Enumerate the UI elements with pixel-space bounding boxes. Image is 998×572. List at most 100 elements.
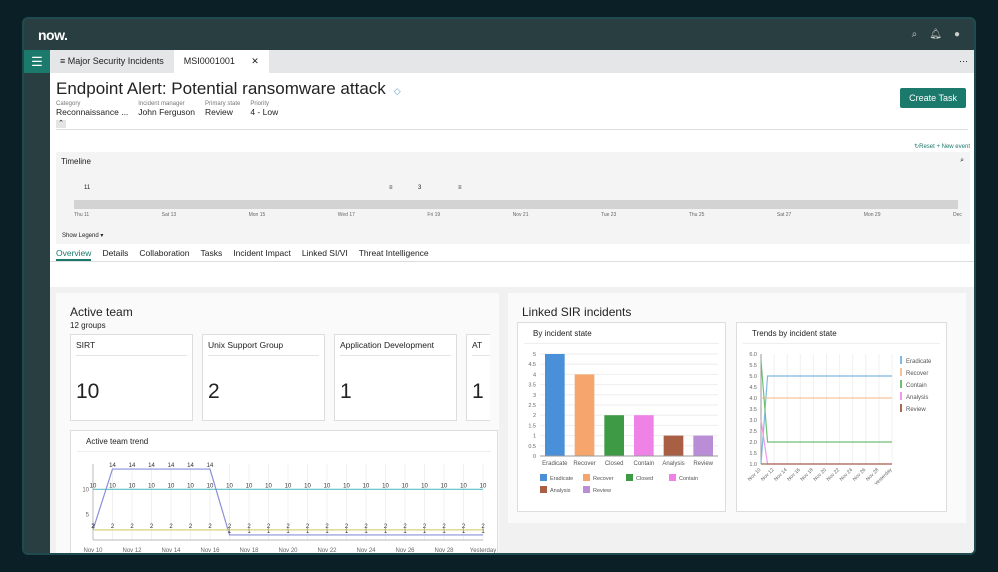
timeline-marker[interactable]: ≡ [389, 185, 393, 191]
close-icon[interactable]: ✕ [251, 50, 259, 73]
data-label: 10 [421, 483, 428, 489]
data-label: 2 [442, 524, 446, 530]
x-tick-label: Nov 14 [773, 467, 789, 483]
bar-recover [574, 374, 595, 456]
x-tick-label: Yesterday [470, 548, 496, 554]
chart-title: By incident state [524, 323, 719, 344]
tab-details[interactable]: Details [102, 248, 128, 261]
timeline-marker[interactable]: 11 [84, 185, 90, 191]
y-tick-label: 5.0 [749, 374, 757, 380]
x-tick-label: Nov 16 [200, 548, 220, 554]
legend-swatch [583, 474, 590, 481]
app-window: now. ⌕ 🔔︎ ● ☰ ≡ Major Security Incidents M… [22, 17, 976, 555]
timeline-scrollbar[interactable] [74, 200, 958, 209]
timeline-date: Nov 21 [512, 212, 529, 218]
tab-threat-intelligence[interactable]: Threat Intelligence [359, 248, 429, 261]
x-tick-label: Nov 24 [839, 467, 855, 483]
search-icon[interactable]: ⌕ [912, 29, 918, 40]
tab-major-security-incidents[interactable]: ≡ Major Security Incidents [50, 50, 174, 73]
chevron-up-icon[interactable]: ⌃ [56, 120, 66, 128]
new-event-button[interactable]: + New event [936, 144, 970, 150]
tab-msi0001001[interactable]: MSI0001001 ✕ [173, 50, 269, 73]
legend-label: Analysis [550, 488, 571, 494]
timeline-date: Sat 13 [161, 212, 177, 218]
legend-swatch [540, 474, 547, 481]
legend-label: Recover [593, 476, 614, 482]
reset-button[interactable]: ↻Reset [914, 144, 935, 150]
y-tick-label: 3.5 [528, 383, 536, 389]
x-tick-label: Nov 10 [83, 548, 103, 554]
data-label: 2 [345, 524, 349, 530]
y-tick-label: 4.0 [749, 396, 757, 402]
tab-label: MSI0001001 [183, 56, 235, 66]
x-tick-label: Eradicate [542, 461, 568, 467]
page-title: Endpoint Alert: Potential ransomware att… [56, 79, 386, 98]
legend-label: Review [593, 488, 611, 494]
team-name: AT [472, 340, 490, 356]
timeline-marker[interactable]: 3 [418, 185, 421, 191]
timeline-title: Timeline [61, 157, 91, 166]
data-label: 10 [187, 483, 194, 489]
field-value: 4 - Low [250, 107, 279, 117]
tab-incident-impact[interactable]: Incident Impact [233, 248, 291, 261]
data-label: 2 [325, 524, 329, 530]
legend-label: Recover [906, 371, 928, 377]
team-name: Unix Support Group [208, 340, 319, 356]
x-tick-label: Nov 22 [826, 467, 842, 483]
list-icon[interactable]: ☰ [24, 50, 50, 73]
data-label: 14 [148, 463, 155, 469]
data-label: 10 [265, 483, 272, 489]
x-tick-label: Review [693, 461, 713, 467]
data-label: 2 [423, 524, 427, 530]
team-card[interactable]: AT 1 [466, 334, 490, 421]
data-label: 2 [247, 524, 251, 530]
more-icon[interactable]: ⋯ [959, 50, 974, 73]
y-tick-label: 2.5 [749, 429, 757, 435]
team-name: Application Development [340, 340, 451, 356]
legend-swatch [900, 392, 902, 400]
y-tick-label: 4.5 [528, 362, 536, 368]
team-card[interactable]: Unix Support Group 2 [202, 334, 325, 421]
y-tick-label: 3.0 [749, 418, 757, 424]
create-task-button[interactable]: Create Task [900, 88, 966, 108]
legend-swatch [900, 368, 902, 376]
data-label: 2 [111, 524, 115, 530]
active-team-panel: Active team 12 groups SIRT 10 Unix Support… [56, 293, 499, 553]
legend-swatch [540, 486, 547, 493]
y-tick-label: 4 [533, 372, 536, 378]
y-tick-label: 5 [533, 352, 536, 358]
tag-icon[interactable]: ◇ [394, 86, 401, 96]
team-card[interactable]: Application Development 1 [334, 334, 457, 421]
team-count: 10 [76, 380, 100, 403]
data-label: 2 [130, 524, 134, 530]
x-tick-label: Nov 18 [239, 548, 259, 554]
team-card[interactable]: SIRT 10 [70, 334, 193, 421]
tab-collaboration[interactable]: Collaboration [139, 248, 189, 261]
data-label: 10 [285, 483, 292, 489]
x-tick-label: Analysis [662, 461, 684, 467]
tab-overview[interactable]: Overview [56, 248, 92, 261]
timeline-date: Sat 27 [776, 212, 792, 218]
x-tick-label: Nov 18 [799, 467, 815, 483]
data-label: 10 [363, 483, 370, 489]
logo[interactable]: now. [38, 27, 68, 43]
avatar[interactable]: ● [954, 29, 960, 40]
timeline-marker[interactable]: ≡ [458, 185, 462, 191]
data-label: 10 [226, 483, 233, 489]
data-label: 2 [267, 524, 271, 530]
data-label: 10 [402, 483, 409, 489]
y-tick-label: 1.0 [749, 462, 757, 468]
top-bar: now. ⌕ 🔔︎ ● [24, 19, 974, 50]
zoom-icon[interactable]: ⌕ [960, 157, 964, 165]
timeline-date: Tue 23 [600, 212, 617, 218]
tab-linked-si-vi[interactable]: Linked SI/VI [302, 248, 348, 261]
tab-tasks[interactable]: Tasks [201, 248, 223, 261]
data-label: 10 [168, 483, 175, 489]
active-team-title: Active team [70, 305, 133, 319]
data-label: 10 [343, 483, 350, 489]
team-name: SIRT [76, 340, 187, 356]
legend-swatch [900, 404, 902, 412]
bell-icon[interactable]: 🔔︎ [929, 29, 942, 40]
team-count: 1 [340, 380, 352, 403]
show-legend-button[interactable]: Show Legend ▾ [62, 232, 103, 239]
